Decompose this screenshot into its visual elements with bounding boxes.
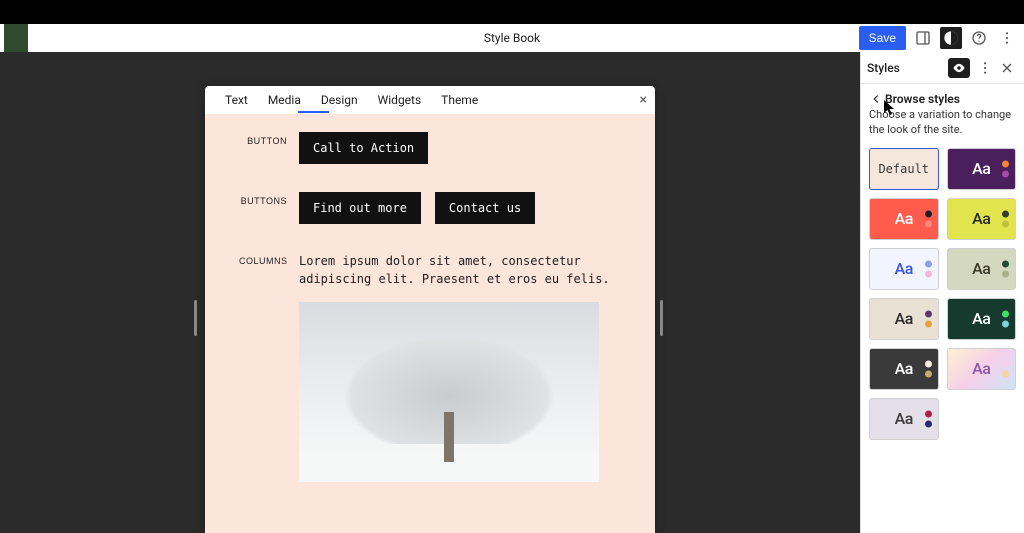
browse-styles-title: Browse styles [885, 92, 960, 106]
help-icon[interactable] [968, 27, 990, 49]
tab-text[interactable]: Text [215, 88, 258, 112]
preview-body: BUTTON Call to Action BUTTONS Find out m… [205, 114, 655, 533]
demo-button-find-out-more[interactable]: Find out more [299, 192, 421, 224]
variation-label: Aa [895, 309, 913, 328]
resize-handle-right[interactable] [660, 300, 663, 336]
variation-color-dots [1002, 210, 1009, 227]
variation-label: Aa [895, 409, 913, 428]
variation-label: Aa [972, 309, 990, 328]
variation-label: Aa [972, 259, 990, 278]
block-label-button: BUTTON [239, 132, 299, 164]
top-bar-actions: Save [859, 24, 1018, 52]
demo-button-contact-us[interactable]: Contact us [435, 192, 535, 224]
tab-design[interactable]: Design [311, 88, 368, 112]
style-variation-3[interactable]: Aa [947, 198, 1017, 240]
demo-button-cta[interactable]: Call to Action [299, 132, 428, 164]
preview-tabs: Text Media Design Widgets Theme × [205, 86, 655, 114]
variation-label: Aa [972, 159, 990, 178]
variation-label: Aa [895, 209, 913, 228]
variation-color-dots [1002, 360, 1009, 377]
more-icon[interactable] [996, 27, 1018, 49]
variation-color-dots [1002, 160, 1009, 177]
style-variation-5[interactable]: Aa [947, 248, 1017, 290]
style-variation-1[interactable]: Aa [947, 148, 1017, 190]
variation-label: Default [878, 162, 929, 176]
style-book-toggle-icon[interactable] [948, 58, 970, 78]
block-label-buttons: BUTTONS [239, 192, 299, 224]
close-icon[interactable]: × [640, 92, 647, 108]
site-logo[interactable] [4, 24, 28, 52]
variation-color-dots [925, 310, 932, 327]
variation-label: Aa [895, 259, 913, 278]
style-variation-8[interactable]: Aa [869, 348, 939, 390]
top-bar: Style Book Save [0, 24, 1024, 52]
resize-handle-left[interactable] [194, 300, 197, 336]
save-button[interactable]: Save [859, 26, 906, 50]
variation-color-dots [925, 260, 932, 277]
variation-color-dots [1002, 310, 1009, 327]
style-variation-4[interactable]: Aa [869, 248, 939, 290]
styles-panel: Styles Browse styles Choose a variation … [860, 52, 1024, 533]
panel-close-icon[interactable] [996, 57, 1018, 79]
demo-columns-image [299, 302, 599, 482]
style-variation-2[interactable]: Aa [869, 198, 939, 240]
variation-color-dots [925, 360, 932, 377]
styles-icon[interactable] [940, 27, 962, 49]
variation-color-dots [925, 410, 932, 427]
settings-sidebar-toggle-icon[interactable] [912, 27, 934, 49]
demo-columns-text: Lorem ipsum dolor sit amet, consectetur … [299, 252, 621, 288]
styles-panel-title: Styles [867, 61, 948, 75]
style-variation-9[interactable]: Aa [947, 348, 1017, 390]
block-label-columns: COLUMNS [239, 252, 299, 482]
panel-more-icon[interactable] [974, 57, 996, 79]
style-variation-0[interactable]: Default [869, 148, 939, 190]
tab-widgets[interactable]: Widgets [368, 88, 432, 112]
variation-color-dots [1002, 260, 1009, 277]
style-variation-7[interactable]: Aa [947, 298, 1017, 340]
variation-label: Aa [972, 359, 990, 378]
style-variation-10[interactable]: Aa [869, 398, 939, 440]
chevron-left-icon [869, 92, 883, 106]
variation-label: Aa [972, 209, 990, 228]
variation-color-dots [925, 210, 932, 227]
variation-label: Aa [895, 359, 913, 378]
tab-theme[interactable]: Theme [431, 88, 488, 112]
tab-media[interactable]: Media [258, 88, 311, 112]
variations-grid: Default Aa Aa Aa Aa Aa Aa Aa Aa Aa Aa [861, 148, 1024, 440]
tab-underline [298, 111, 329, 113]
style-book-preview: Text Media Design Widgets Theme × BUTTON… [205, 86, 655, 533]
style-variation-6[interactable]: Aa [869, 298, 939, 340]
